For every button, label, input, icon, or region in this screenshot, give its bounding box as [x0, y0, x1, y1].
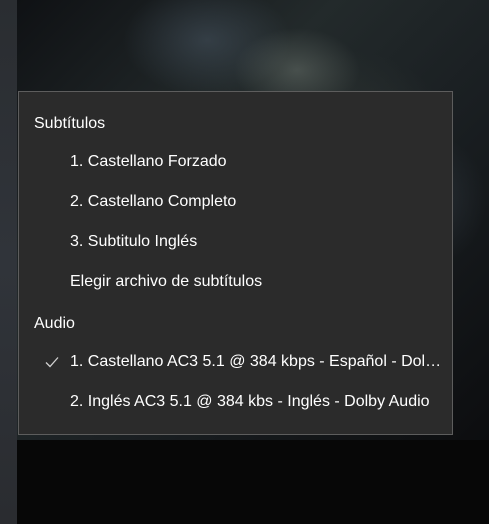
menu-item-label: Elegir archivo de subtítulos [70, 273, 263, 290]
audio-item-ingles[interactable]: 2. Inglés AC3 5.1 @ 384 kbs - Inglés - D… [19, 382, 452, 422]
choose-subtitle-file-item[interactable]: Elegir archivo de subtítulos [19, 262, 452, 302]
video-letterbox [17, 440, 489, 524]
window-edge [0, 0, 17, 524]
menu-item-label: 1. Castellano AC3 5.1 @ 384 kbps - Españ… [70, 353, 442, 370]
audio-item-castellano[interactable]: 1. Castellano AC3 5.1 @ 384 kbps - Españ… [19, 342, 452, 382]
menu-item-label: 1. Castellano Forzado [70, 153, 227, 170]
media-player-screen: Subtítulos 1. Castellano Forzado 2. Cast… [0, 0, 489, 524]
audio-section-header: Audio [34, 315, 75, 332]
subtitle-item-castellano-forzado[interactable]: 1. Castellano Forzado [19, 142, 452, 182]
checkmark-icon [45, 357, 59, 368]
subtitle-item-castellano-completo[interactable]: 2. Castellano Completo [19, 182, 452, 222]
menu-item-label: 3. Subtitulo Inglés [70, 233, 198, 250]
menu-item-label: 2. Castellano Completo [70, 193, 237, 210]
subtitle-item-ingles[interactable]: 3. Subtitulo Inglés [19, 222, 452, 262]
subtitles-section-header: Subtítulos [34, 115, 106, 132]
tracks-context-menu: Subtítulos 1. Castellano Forzado 2. Cast… [18, 91, 453, 435]
menu-item-label: 2. Inglés AC3 5.1 @ 384 kbs - Inglés - D… [70, 393, 430, 410]
